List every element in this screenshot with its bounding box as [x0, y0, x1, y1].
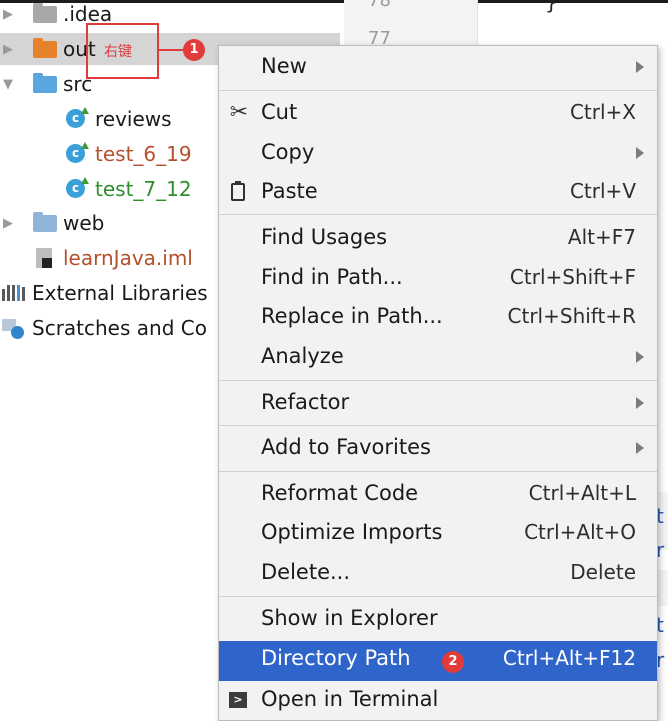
tree-item-label: web	[63, 211, 105, 235]
scissors-icon: ✂	[229, 100, 249, 125]
step-badge-2: 2	[442, 651, 464, 673]
folder-icon	[33, 38, 57, 58]
expand-arrow-icon[interactable]: ▶	[3, 34, 13, 66]
menu-item-label: Add to Favorites	[261, 435, 431, 459]
menu-item-open-in-terminal[interactable]: > Open in Terminal	[219, 682, 657, 720]
tree-item-label: reviews	[95, 107, 172, 131]
submenu-arrow-icon	[636, 351, 644, 363]
menu-item-reformat-code[interactable]: Reformat Code Ctrl+Alt+L	[219, 476, 657, 514]
menu-item-delete[interactable]: Delete... Delete	[219, 555, 657, 593]
menu-item-label: New	[261, 54, 307, 78]
menu-separator	[219, 471, 657, 472]
menu-item-refactor[interactable]: Refactor	[219, 385, 657, 423]
web-folder-icon	[33, 212, 57, 232]
menu-item-analyze[interactable]: Analyze	[219, 339, 657, 377]
menu-item-shortcut: Ctrl+X	[569, 100, 636, 124]
tree-item-idea[interactable]: ▶ .idea	[0, 0, 340, 30]
menu-item-replace-in-path[interactable]: Replace in Path... Ctrl+Shift+R	[219, 299, 657, 337]
menu-item-shortcut: Ctrl+Alt+O	[524, 520, 636, 544]
menu-item-shortcut: Alt+F7	[567, 225, 636, 249]
code-brace: }	[545, 0, 558, 14]
menu-separator	[219, 596, 657, 597]
submenu-arrow-icon	[636, 397, 644, 409]
submenu-arrow-icon	[636, 442, 644, 454]
menu-item-label: Show in Explorer	[261, 606, 438, 630]
tree-item-label: External Libraries	[32, 281, 208, 305]
menu-separator	[219, 214, 657, 215]
submenu-arrow-icon	[636, 61, 644, 73]
annotation-right-click-label: 右键	[104, 44, 132, 60]
menu-item-shortcut: Ctrl+Shift+R	[507, 304, 636, 328]
menu-item-add-to-favorites[interactable]: Add to Favorites	[219, 430, 657, 468]
menu-separator	[219, 380, 657, 381]
folder-icon	[33, 73, 57, 93]
menu-item-shortcut: Ctrl+Alt+L	[528, 481, 636, 505]
terminal-icon: >	[229, 692, 247, 708]
menu-item-new[interactable]: New	[219, 49, 657, 87]
expand-arrow-icon[interactable]: ▶	[3, 208, 13, 240]
step-badge-1: 1	[183, 39, 205, 61]
menu-item-label: Replace in Path...	[261, 304, 443, 328]
scratches-icon	[2, 319, 26, 339]
expand-arrow-icon[interactable]: ▶	[3, 0, 13, 31]
menu-item-label: Directory Path	[261, 646, 411, 670]
menu-item-label: Delete...	[261, 560, 351, 584]
menu-separator	[219, 90, 657, 91]
line-number: 78	[368, 0, 391, 11]
menu-item-label: Copy	[261, 140, 315, 164]
annotation-connector	[159, 49, 185, 51]
tree-item-label: learnJava.iml	[63, 246, 193, 270]
module-file-icon	[36, 248, 52, 268]
menu-item-cut[interactable]: ✂ Cut Ctrl+X	[219, 95, 657, 133]
java-class-icon: c	[66, 142, 89, 163]
menu-item-label: Cut	[261, 100, 298, 124]
menu-item-copy[interactable]: Copy	[219, 135, 657, 173]
menu-item-find-in-path[interactable]: Find in Path... Ctrl+Shift+F	[219, 260, 657, 298]
menu-item-show-in-explorer[interactable]: Show in Explorer	[219, 601, 657, 639]
menu-item-shortcut: Ctrl+Alt+F12	[502, 646, 636, 670]
menu-item-label: Analyze	[261, 344, 344, 368]
menu-item-label: Open in Terminal	[261, 687, 439, 711]
menu-item-optimize-imports[interactable]: Optimize Imports Ctrl+Alt+O	[219, 515, 657, 553]
menu-item-label: Paste	[261, 179, 318, 203]
menu-item-shortcut: Delete	[570, 560, 636, 584]
menu-item-shortcut: Ctrl+Shift+F	[509, 265, 636, 289]
java-class-icon: c	[66, 177, 89, 198]
menu-item-label: Reformat Code	[261, 481, 419, 505]
menu-separator	[219, 425, 657, 426]
collapse-arrow-icon[interactable]: ▼	[3, 69, 13, 101]
folder-icon	[33, 3, 57, 23]
menu-item-label: Find Usages	[261, 225, 388, 249]
menu-item-label: Find in Path...	[261, 265, 403, 289]
menu-item-directory-path[interactable]: Directory Path 2 Ctrl+Alt+F12	[219, 641, 657, 681]
submenu-arrow-icon	[636, 147, 644, 159]
menu-item-label: Optimize Imports	[261, 520, 443, 544]
menu-item-label: Refactor	[261, 390, 350, 414]
menu-item-find-usages[interactable]: Find Usages Alt+F7	[219, 220, 657, 258]
libraries-icon	[2, 285, 26, 301]
tree-item-label: test_6_19	[95, 142, 192, 166]
tree-item-label: Scratches and Co	[32, 316, 207, 340]
context-menu: New ✂ Cut Ctrl+X Copy Paste Ctrl+V Find …	[218, 45, 658, 721]
tree-item-label: test_7_12	[95, 177, 192, 201]
menu-item-shortcut: Ctrl+V	[569, 179, 636, 203]
clipboard-icon	[231, 181, 245, 201]
java-class-icon: c	[66, 107, 89, 128]
menu-item-paste[interactable]: Paste Ctrl+V	[219, 174, 657, 212]
